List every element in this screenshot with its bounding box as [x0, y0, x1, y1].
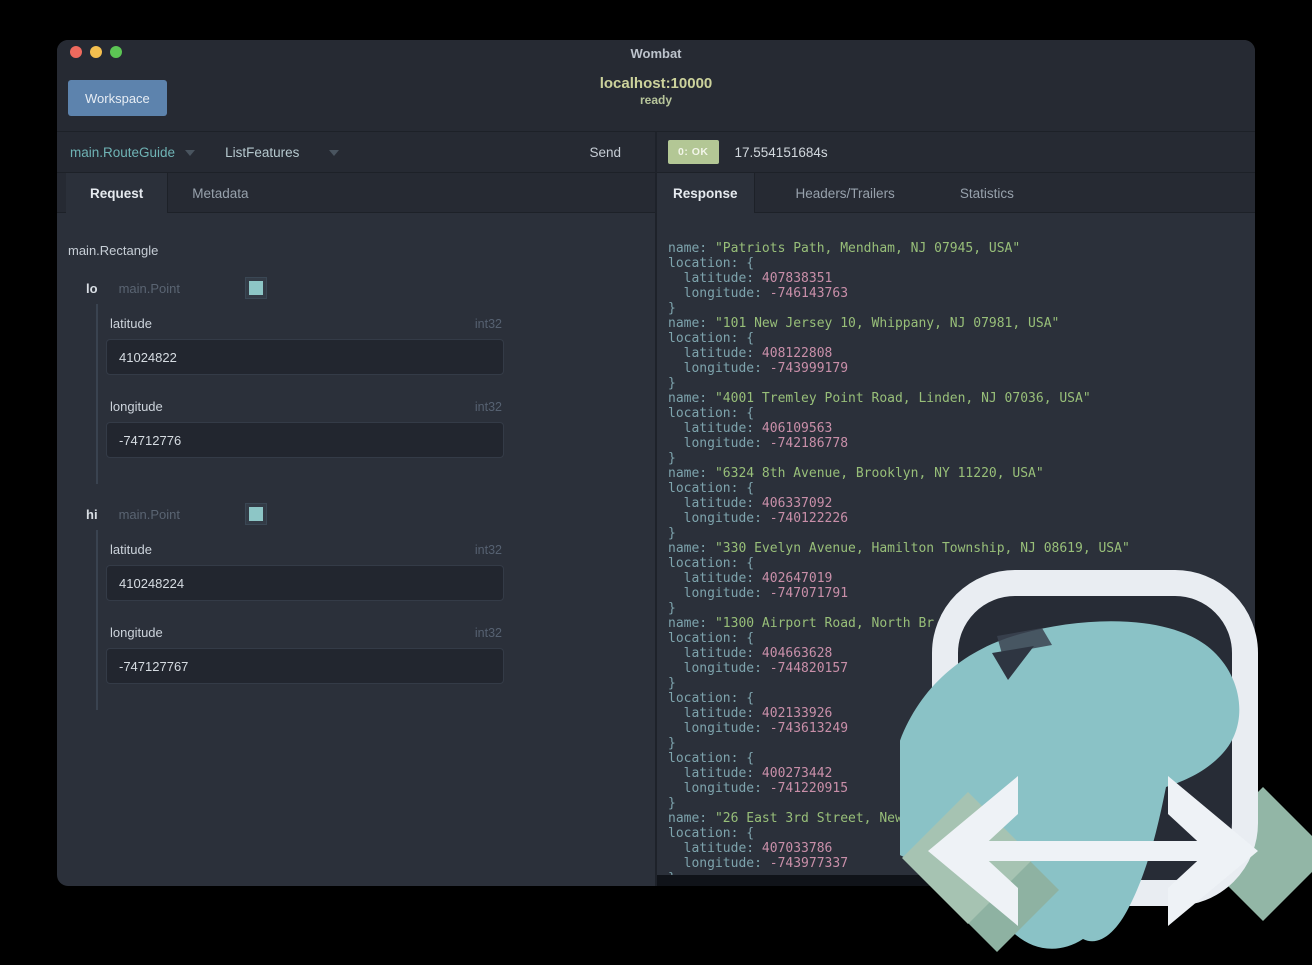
hi-latitude-input[interactable] [106, 565, 504, 601]
minimize-button[interactable] [90, 46, 102, 58]
field-group-body: latitude int32 longitude int32 [96, 304, 655, 484]
titlebar: Wombat [57, 40, 1255, 66]
field-proto-type: int32 [474, 400, 502, 414]
wombat-logo [888, 558, 1312, 960]
field-label: longitude [110, 399, 163, 414]
response-tabbar: Response Headers/Trailers Statistics [657, 173, 1255, 213]
server-address: localhost:10000 [599, 75, 713, 92]
form-row-longitude: longitude int32 [106, 399, 504, 458]
call-duration: 17.554151684s [734, 144, 828, 160]
traffic-lights [70, 46, 122, 58]
field-type: main.Point [118, 506, 180, 522]
service-select-value: main.RouteGuide [70, 144, 176, 160]
message-set-checkbox[interactable] [244, 503, 267, 525]
zoom-button[interactable] [110, 46, 122, 58]
tab-metadata[interactable]: Metadata [168, 173, 272, 213]
app-title: Wombat [630, 45, 682, 61]
field-group-header: lo main.Point [86, 275, 655, 301]
chevron-down-icon [329, 150, 340, 156]
tab-statistics[interactable]: Statistics [936, 173, 1038, 213]
lo-longitude-input[interactable] [106, 422, 504, 458]
service-select[interactable]: main.RouteGuide [70, 144, 196, 160]
field-name: hi [86, 506, 98, 522]
field-name: lo [86, 280, 98, 296]
status-badge: 0: OK [668, 140, 719, 164]
field-label: latitude [110, 542, 152, 557]
header: Workspace localhost:10000 ready [57, 66, 1255, 131]
field-type: main.Point [118, 280, 180, 296]
field-proto-type: int32 [474, 317, 502, 331]
server-address-block: localhost:10000 ready [57, 75, 1255, 107]
form-row-longitude: longitude int32 [106, 625, 504, 684]
field-proto-type: int32 [474, 543, 502, 557]
request-tabbar: Request Metadata [57, 173, 655, 213]
chevron-down-icon [185, 150, 196, 156]
request-form: main.Rectangle lo main.Point latitude in… [57, 213, 655, 710]
request-toolbar: main.RouteGuide ListFeatures Send [57, 132, 655, 173]
close-button[interactable] [70, 46, 82, 58]
connection-status: ready [639, 93, 673, 107]
tab-response[interactable]: Response [657, 173, 755, 213]
field-label: longitude [110, 625, 163, 640]
field-label: latitude [110, 316, 152, 331]
method-select[interactable]: ListFeatures [225, 144, 340, 160]
form-row-latitude: latitude int32 [106, 542, 504, 601]
field-proto-type: int32 [474, 626, 502, 640]
field-group-lo: lo main.Point latitude int32 41024822 lo… [68, 275, 655, 484]
method-select-value: ListFeatures [225, 144, 300, 160]
tab-request[interactable]: Request [66, 173, 169, 213]
tab-headers-trailers[interactable]: Headers/Trailers [772, 173, 919, 213]
field-group-header: hi main.Point [86, 501, 655, 527]
message-type-label: main.Rectangle [68, 243, 159, 258]
request-pane: main.RouteGuide ListFeatures Send Reques… [57, 132, 655, 886]
field-group-body: latitude int32 longitude int32 [96, 530, 655, 710]
result-bar: 0: OK 17.554151684s [657, 132, 1255, 173]
send-button[interactable]: Send [589, 145, 621, 160]
form-row-latitude: latitude int32 [106, 316, 504, 375]
hi-longitude-input[interactable] [106, 648, 504, 684]
field-group-hi: hi main.Point latitude int32 410248224 l… [68, 501, 655, 710]
lo-latitude-input[interactable] [106, 339, 504, 375]
message-set-checkbox[interactable] [244, 277, 267, 299]
